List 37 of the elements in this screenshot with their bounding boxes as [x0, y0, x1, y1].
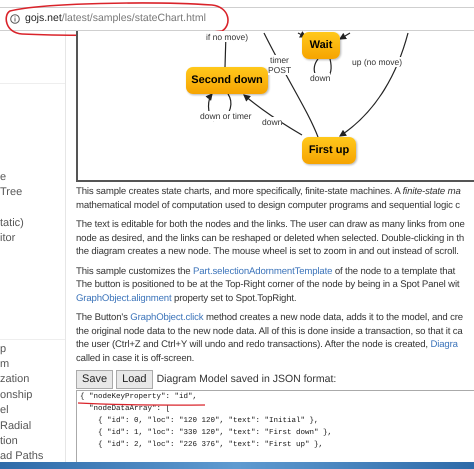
state-node[interactable]: Second down	[186, 67, 268, 94]
sidebar-item[interactable]: zation	[0, 372, 30, 388]
link-label: POST	[268, 65, 292, 75]
paragraph: This sample customizes the Part.selectionAdornmentTemplate of the node to a template that The button is positioned to be at the Top-Right corner of the node by being in a Spot Panel wit GraphObject.alignment property set to Spot.TopRight.	[76, 264, 460, 305]
diagram-canvas[interactable]: Wait Second down First up if no move) timer POST down up (no move) down or timer down	[76, 31, 474, 182]
sidebar-item[interactable]: p	[0, 342, 6, 357]
model-button[interactable]: Load	[116, 370, 153, 389]
doc-link[interactable]: GraphObject.click	[130, 312, 204, 323]
doc-link[interactable]: Part.selectionAdornmentTemplate	[192, 266, 332, 276]
address-bar[interactable]: gojs.net/latest/samples/stateChart.html	[0, 7, 474, 31]
paragraph: The Button's GraphObject.click method creates a new node data, adds it to the model, and cre the original node data to the new node data. All of this is done inside a transaction, so that it ca the user (Ctrl+Z and Ctrl+Y will undo and redo transactions). After the node is created, Diagra called in case it is off-screen.	[76, 311, 464, 365]
link-label: timer	[270, 55, 289, 65]
sidebar-item[interactable]: m	[0, 356, 10, 372]
link-label: down	[310, 73, 330, 83]
info-icon	[10, 14, 20, 24]
sidebar-item[interactable]: tatic)	[0, 216, 24, 232]
sidebar-item[interactable]: tion	[0, 434, 18, 450]
model-button[interactable]: Save	[76, 370, 114, 389]
state-node[interactable]: First up	[302, 137, 356, 164]
paragraph: The text is editable for both the nodes and the links. The user can draw as many links from one node as desired, and the links can be reshaped or deleted when selected. Double-clicking in th the diagram creates a new node. The mouse wheel is set to zoom in and out instead of scroll.	[76, 218, 466, 258]
doc-link[interactable]: Diagra	[430, 339, 458, 350]
sidebar-item[interactable]: Radial	[0, 418, 32, 434]
sidebar-item[interactable]: Tree	[0, 185, 22, 201]
model-caption: Diagram Model saved in JSON format:	[156, 372, 336, 387]
state-node[interactable]: Wait	[302, 32, 340, 59]
doc-link[interactable]: GraphObject.alignment	[76, 292, 172, 304]
sidebar-item[interactable]: e	[0, 170, 6, 186]
link-label: up (no move)	[352, 57, 402, 67]
link-label: if no move)	[206, 32, 248, 42]
url-text: gojs.net/latest/samples/stateChart.html	[25, 11, 206, 26]
sidebar-item[interactable]: onship	[0, 388, 32, 404]
sidebar-item[interactable]: ad Paths	[0, 449, 44, 465]
link-label: down	[262, 117, 282, 127]
paragraph: This sample creates state charts, and more specifically, finite-state machines. A finite-state ma mathematical model of computation used to design computer programs and sequential logic c	[76, 185, 462, 212]
sidebar-item[interactable]: el	[0, 403, 9, 419]
sidebar-item[interactable]: itor	[0, 231, 16, 247]
link-label: down or timer	[200, 111, 252, 121]
